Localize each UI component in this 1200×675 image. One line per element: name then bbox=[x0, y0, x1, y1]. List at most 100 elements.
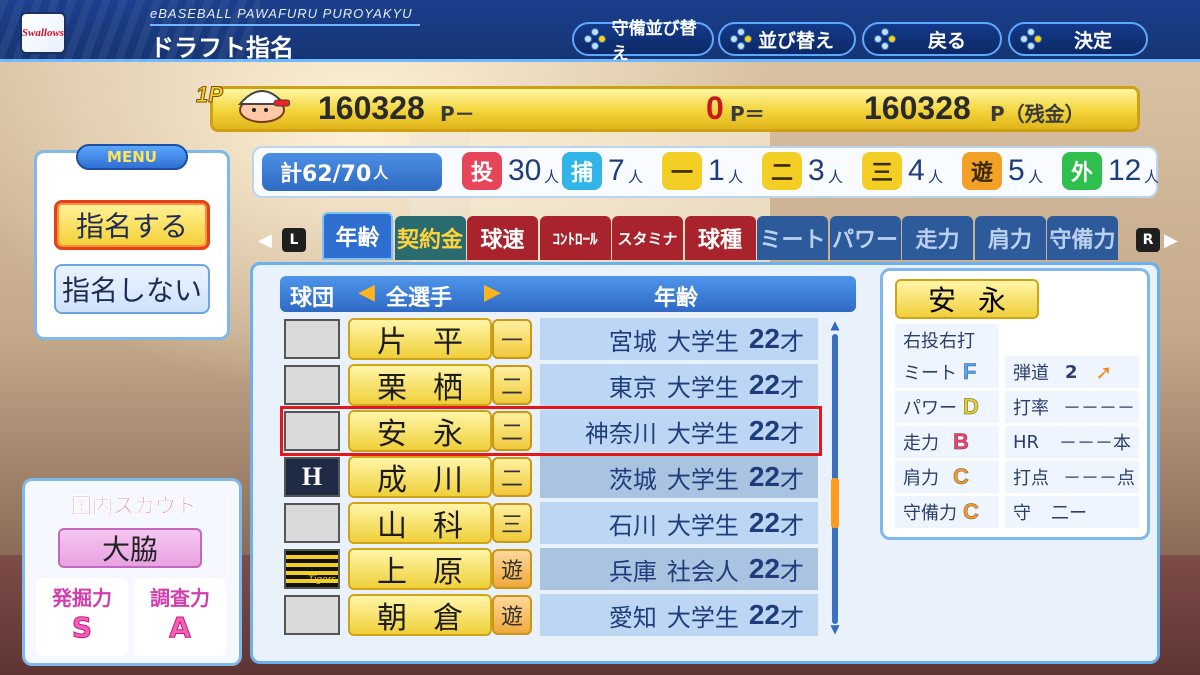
tab-9[interactable]: 走力 bbox=[902, 216, 973, 260]
position-badge: 遊 bbox=[962, 152, 1002, 190]
points-used-unit: P＝ bbox=[730, 102, 765, 126]
position-count: 30 bbox=[508, 154, 542, 187]
filter-right-arrow-icon[interactable]: ▶ bbox=[484, 280, 501, 305]
tab-4[interactable]: ｺﾝﾄﾛｰﾙ bbox=[539, 216, 611, 260]
team-logo-icon: H bbox=[284, 457, 340, 497]
player-type: 大学生 bbox=[666, 603, 739, 632]
player-pref: 茨城 bbox=[608, 465, 657, 494]
speed-stat: 走力 B bbox=[895, 426, 999, 458]
scout-discovery-label: 発掘力 bbox=[52, 586, 112, 610]
player-row[interactable]: 片平一 宮城 大学生 22 才 bbox=[284, 318, 818, 360]
position-badge: 外 bbox=[1062, 152, 1102, 190]
meet-stat: ミート F bbox=[895, 356, 999, 388]
player-row[interactable]: 山科三 石川 大学生 22 才 bbox=[284, 502, 818, 544]
player-row[interactable]: Tigers 上原遊 兵庫 社会人 22 才 bbox=[284, 548, 818, 590]
player-position: 遊 bbox=[492, 595, 532, 635]
player-age-unit: 才 bbox=[780, 511, 804, 540]
player-name: 栗栖 bbox=[348, 364, 492, 406]
scroll-down-icon[interactable]: ▼ bbox=[828, 622, 842, 636]
position-count: 12 bbox=[1108, 154, 1142, 187]
player-type: 社会人 bbox=[666, 557, 739, 586]
player-type: 大学生 bbox=[666, 327, 739, 356]
tab-5[interactable]: スタミナ bbox=[612, 216, 683, 260]
filter-left-arrow-icon[interactable]: ◀ bbox=[358, 280, 375, 305]
player-type: 大学生 bbox=[666, 511, 739, 540]
player-age: 22 bbox=[748, 507, 780, 538]
player-row[interactable]: H 成川二 茨城 大学生 22 才 bbox=[284, 456, 818, 498]
player-cap-icon bbox=[237, 90, 290, 123]
player-age: 22 bbox=[748, 369, 780, 400]
player-row[interactable]: 朝倉遊 愛知 大学生 22 才 bbox=[284, 594, 818, 636]
player-age-unit: 才 bbox=[780, 603, 804, 632]
position-count-unit: 人 bbox=[628, 168, 644, 186]
back-button[interactable]: 戻る bbox=[862, 22, 1002, 56]
player-info: 宮城 大学生 22 才 bbox=[540, 318, 818, 360]
tab-6[interactable]: 球種 bbox=[684, 216, 756, 260]
confirm-label: 決定 bbox=[1074, 29, 1113, 52]
position-count-unit: 人 bbox=[728, 168, 744, 186]
rbi-label: 打点 bbox=[1013, 468, 1049, 489]
hr-unit: 本 bbox=[1113, 433, 1132, 454]
list-scrollbar[interactable]: ▲ ▼ bbox=[828, 318, 842, 636]
tab-left-arrow-icon[interactable]: ◀ bbox=[258, 230, 272, 251]
tab-8[interactable]: パワー bbox=[829, 216, 901, 260]
power-grade: D bbox=[963, 394, 979, 420]
header-bar: Swallows eBASEBALL PAWAFURU PUROYAKYU ドラ… bbox=[0, 0, 1200, 64]
hr-value: －－－ bbox=[1059, 433, 1114, 454]
sort-button[interactable]: 並び替え bbox=[718, 22, 856, 56]
player-type: 大学生 bbox=[666, 373, 739, 402]
player-name-second: 倉 bbox=[433, 601, 463, 636]
player-name-second: 科 bbox=[433, 509, 463, 544]
filter-label[interactable]: 全選手 bbox=[386, 280, 452, 312]
tab-1[interactable]: 年齢 bbox=[322, 212, 393, 260]
position-count: 7 bbox=[608, 154, 625, 187]
position-count: 1 bbox=[708, 154, 725, 187]
points-left-unit: P－ bbox=[440, 102, 475, 126]
player-row[interactable]: 栗栖二 東京 大学生 22 才 bbox=[284, 364, 818, 406]
nominate-button[interactable]: 指名する bbox=[54, 200, 210, 250]
player-name: 片平 bbox=[348, 318, 492, 360]
tab-7[interactable]: ミート bbox=[757, 216, 828, 260]
scout-discovery-value: S bbox=[71, 611, 93, 645]
tab-2[interactable]: 契約金 bbox=[394, 216, 466, 260]
team-mark: Tigers bbox=[308, 575, 336, 585]
player-name: 成川 bbox=[348, 456, 492, 498]
player-name-second: 原 bbox=[433, 555, 463, 590]
defense-value: 二ー bbox=[1051, 503, 1087, 524]
tab-3[interactable]: 球速 bbox=[467, 216, 538, 260]
tab-right-arrow-icon[interactable]: ▶ bbox=[1164, 230, 1178, 251]
rbi-value: －－－ bbox=[1063, 468, 1117, 489]
player-name-first: 成 bbox=[377, 463, 407, 498]
scroll-up-icon[interactable]: ▲ bbox=[828, 318, 842, 332]
player-pref: 宮城 bbox=[608, 327, 657, 356]
fielding-label: 守備力 bbox=[903, 503, 957, 524]
avg-value: －－－－ bbox=[1063, 398, 1135, 419]
scroll-thumb[interactable] bbox=[831, 478, 839, 528]
position-count-unit: 人 bbox=[544, 168, 560, 186]
selected-row-highlight bbox=[280, 406, 822, 456]
player-age: 22 bbox=[748, 461, 780, 492]
tab-11[interactable]: 守備力 bbox=[1047, 216, 1118, 260]
position-count-unit: 人 bbox=[828, 168, 844, 186]
player-pref: 愛知 bbox=[608, 603, 657, 632]
scout-title: 国内スカウト bbox=[71, 494, 198, 519]
col-team: 球団 bbox=[290, 286, 335, 311]
power-stat: パワー D bbox=[895, 391, 999, 423]
position-count: 5 bbox=[1008, 154, 1025, 187]
defense-label: 守 bbox=[1013, 503, 1031, 524]
arm-grade: C bbox=[953, 464, 969, 490]
throw-bat: 右投右打 bbox=[895, 324, 999, 356]
avg-stat: 打率 －－－－ bbox=[1005, 391, 1139, 423]
trajectory-value: 2 bbox=[1065, 361, 1078, 383]
confirm-button[interactable]: 決定 bbox=[1008, 22, 1148, 56]
list-header: 球団 ◀ 全選手 ▶ 年齢 bbox=[280, 276, 856, 312]
fielding-sort-button[interactable]: 守備並び替え bbox=[572, 19, 714, 64]
trajectory-arrow-icon: ➚ bbox=[1095, 360, 1113, 384]
points-remaining: 160328 bbox=[864, 90, 971, 126]
l-button-icon: L bbox=[282, 228, 306, 252]
title-underline bbox=[150, 24, 420, 26]
team-logo-icon bbox=[284, 319, 340, 359]
position-count-unit: 人 bbox=[1144, 168, 1160, 186]
tab-10[interactable]: 肩力 bbox=[974, 216, 1046, 260]
skip-nomination-button[interactable]: 指名しない bbox=[54, 264, 210, 314]
